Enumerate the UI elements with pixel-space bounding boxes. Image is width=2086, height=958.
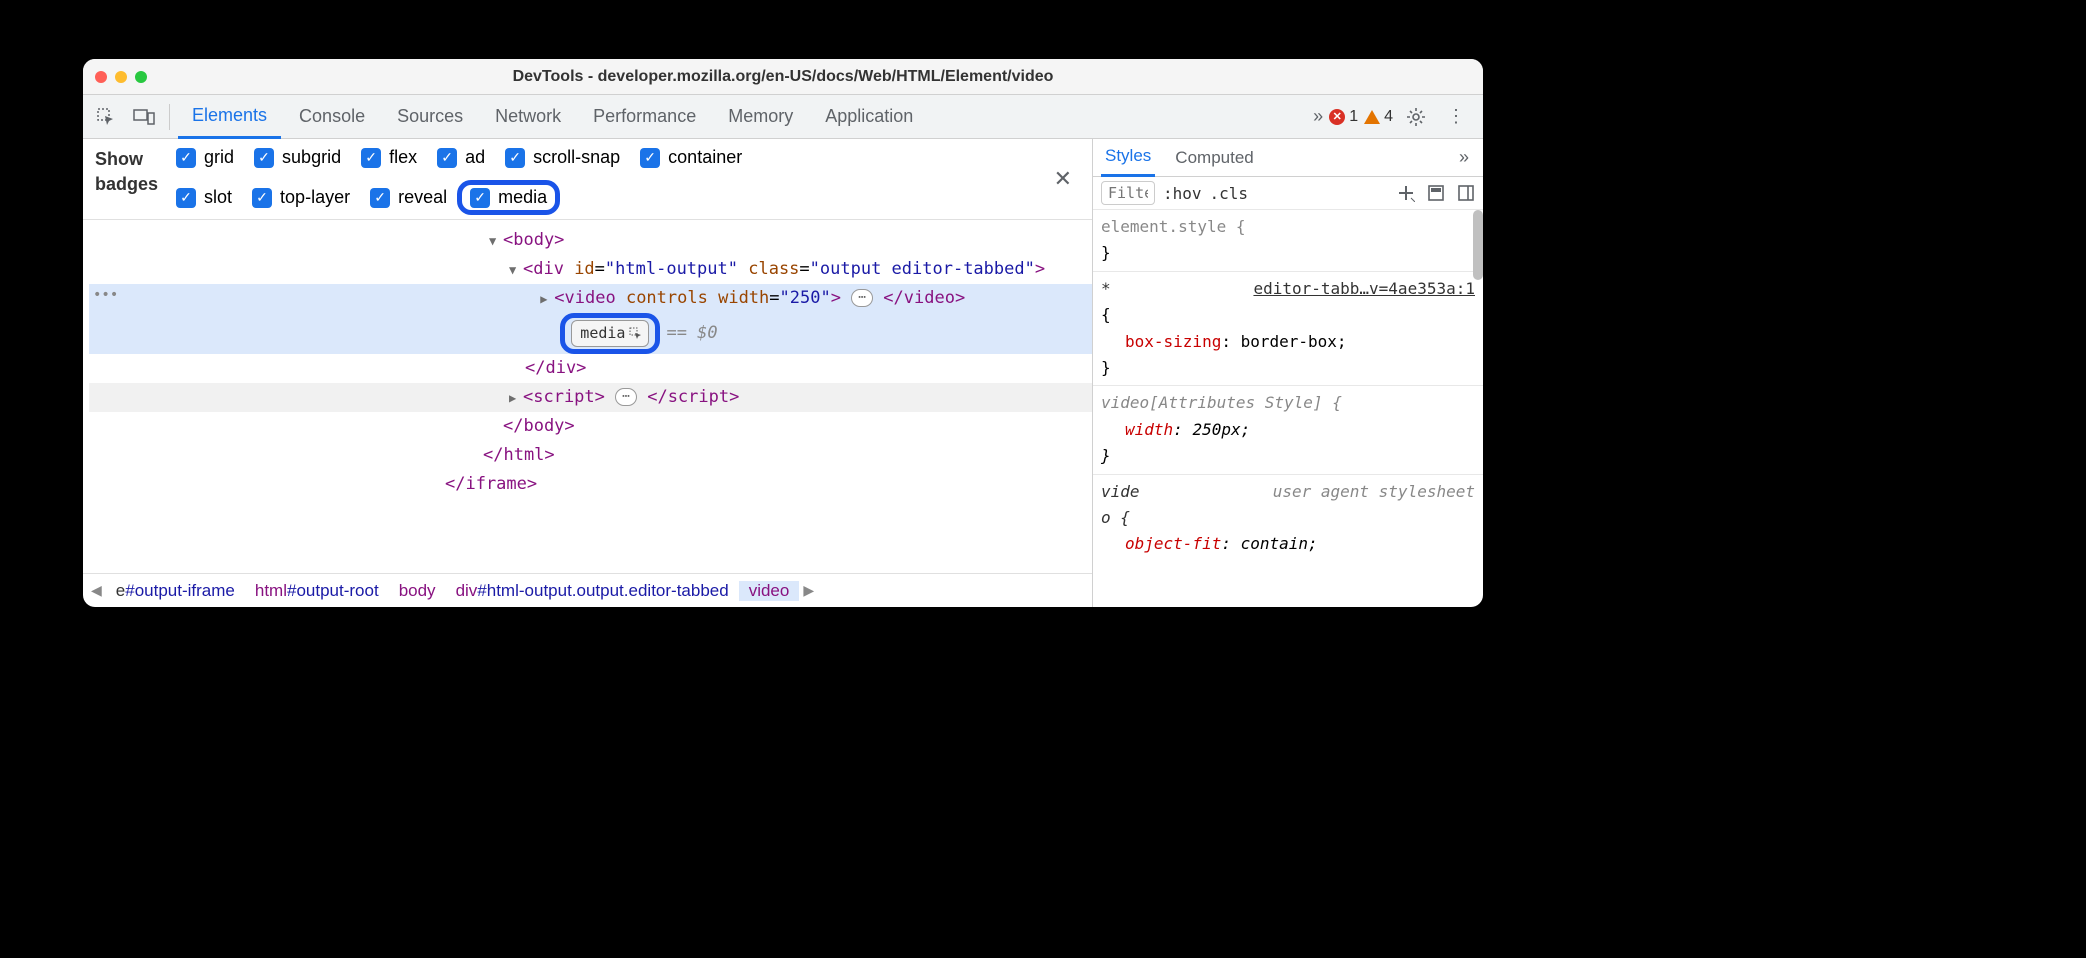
css-prop-width[interactable]: width [1125,420,1173,439]
tab-elements[interactable]: Elements [178,95,281,139]
tab-application[interactable]: Application [811,95,927,139]
dom-script-element[interactable]: <script> [523,387,605,407]
maximize-window-button[interactable] [135,71,147,83]
styles-panel: Styles Computed » :hov .cls element.styl… [1093,139,1483,607]
dom-html-close[interactable]: </html> [483,445,555,465]
warning-icon [1364,110,1380,124]
breadcrumb-item[interactable]: html#output-root [245,581,389,601]
dom-div-close[interactable]: </div> [525,358,586,378]
error-count[interactable]: ✕ 1 [1329,108,1358,126]
element-style-selector[interactable]: element.style { [1101,217,1246,236]
window-title: DevTools - developer.mozilla.org/en-US/d… [83,68,1483,86]
new-style-rule-icon[interactable] [1397,184,1415,202]
stylesheet-link[interactable]: editor-tabb…v=4ae353a:1 [1253,276,1475,302]
badge-checkbox-container[interactable]: ✓container [640,147,742,168]
close-window-button[interactable] [95,71,107,83]
badge-settings-label: Show badges [95,147,158,197]
media-badge-highlight: media [560,313,660,355]
breadcrumb-item-active[interactable]: video [739,581,800,601]
inspect-element-icon[interactable] [89,100,123,134]
css-prop-box-sizing[interactable]: box-sizing [1125,332,1221,351]
badge-checkbox-subgrid[interactable]: ✓subgrid [254,147,341,168]
badge-checkbox-grid[interactable]: ✓grid [176,147,234,168]
badge-settings-bar: Show badges ✓grid ✓subgrid ✓flex ✓ad ✓sc… [83,139,1092,220]
badge-checkbox-flex[interactable]: ✓flex [361,147,417,168]
tab-memory[interactable]: Memory [714,95,807,139]
styles-tabbar: Styles Computed » [1093,139,1483,177]
badge-checkbox-scroll-snap[interactable]: ✓scroll-snap [505,147,620,168]
badge-checkbox-top-layer[interactable]: ✓top-layer [252,187,350,208]
breadcrumb-item[interactable]: div#html-output.output.editor-tabbed [446,581,739,601]
ua-stylesheet-label: user agent stylesheet [1151,479,1475,532]
dom-tree[interactable]: ▼<body> ▼<div id="html-output" class="ou… [83,220,1092,573]
titlebar: DevTools - developer.mozilla.org/en-US/d… [83,59,1483,95]
styles-filter-input[interactable] [1101,181,1155,205]
dom-body-open[interactable]: <body> [503,230,564,250]
dom-div-open[interactable]: <div [523,259,574,279]
elements-panel: Show badges ✓grid ✓subgrid ✓flex ✓ad ✓sc… [83,139,1093,607]
warning-count[interactable]: 4 [1364,108,1393,126]
console-ref-indicator: == $0 [666,319,717,348]
hov-toggle[interactable]: :hov [1163,184,1202,203]
inspect-icon [629,327,642,340]
more-tabs-icon[interactable]: » [1313,106,1323,127]
video-selector[interactable]: video { [1101,479,1151,532]
badge-checkbox-ad[interactable]: ✓ad [437,147,485,168]
badge-highlight-media: ✓media [457,180,560,215]
tab-network[interactable]: Network [481,95,575,139]
tab-sources[interactable]: Sources [383,95,477,139]
media-badge[interactable]: media [571,320,649,348]
video-attributes-selector[interactable]: video[Attributes Style] { [1101,393,1342,412]
gutter-menu-icon[interactable]: ••• [89,284,122,308]
dom-iframe-close[interactable]: </iframe> [445,474,537,494]
ellipsis-icon[interactable]: ⋯ [851,289,873,307]
settings-icon[interactable] [1399,100,1433,134]
devtools-window: DevTools - developer.mozilla.org/en-US/d… [83,59,1483,607]
breadcrumb-bar: ◀ e#output-iframe html#output-root body … [83,573,1092,607]
styles-rules[interactable]: element.style { } * editor-tabb…v=4ae353… [1093,210,1483,607]
css-prop-object-fit[interactable]: object-fit [1125,534,1221,553]
badge-checkbox-slot[interactable]: ✓slot [176,187,232,208]
error-icon: ✕ [1329,109,1345,125]
star-selector[interactable]: * [1101,276,1111,302]
badge-checkbox-reveal[interactable]: ✓reveal [370,187,447,208]
badge-checkbox-media[interactable]: ✓media [470,187,547,208]
main-tabbar: Elements Console Sources Network Perform… [83,95,1483,139]
tab-styles[interactable]: Styles [1101,139,1155,177]
dom-body-close[interactable]: </body> [503,416,575,436]
traffic-lights [95,71,147,83]
ellipsis-icon[interactable]: ⋯ [615,388,637,406]
scrollbar-thumb[interactable] [1473,210,1483,280]
breadcrumb-item[interactable]: body [389,581,446,601]
breadcrumb-item[interactable]: e#output-iframe [106,581,245,601]
tab-console[interactable]: Console [285,95,379,139]
breadcrumb-scroll-left-icon[interactable]: ◀ [87,582,106,599]
tab-performance[interactable]: Performance [579,95,710,139]
kebab-menu-icon[interactable]: ⋮ [1439,100,1473,134]
close-badge-bar-icon[interactable]: ✕ [1046,166,1080,192]
device-toolbar-icon[interactable] [127,100,161,134]
breadcrumb-scroll-right-icon[interactable]: ▶ [799,582,818,599]
dom-video-element[interactable]: <video [554,288,626,308]
minimize-window-button[interactable] [115,71,127,83]
computed-sidebar-icon[interactable] [1427,184,1445,202]
cls-toggle[interactable]: .cls [1210,184,1249,203]
toggle-sidebar-icon[interactable] [1457,184,1475,202]
styles-filter-row: :hov .cls [1093,177,1483,210]
tab-computed[interactable]: Computed [1171,139,1257,177]
more-styles-tabs-icon[interactable]: » [1459,147,1475,168]
